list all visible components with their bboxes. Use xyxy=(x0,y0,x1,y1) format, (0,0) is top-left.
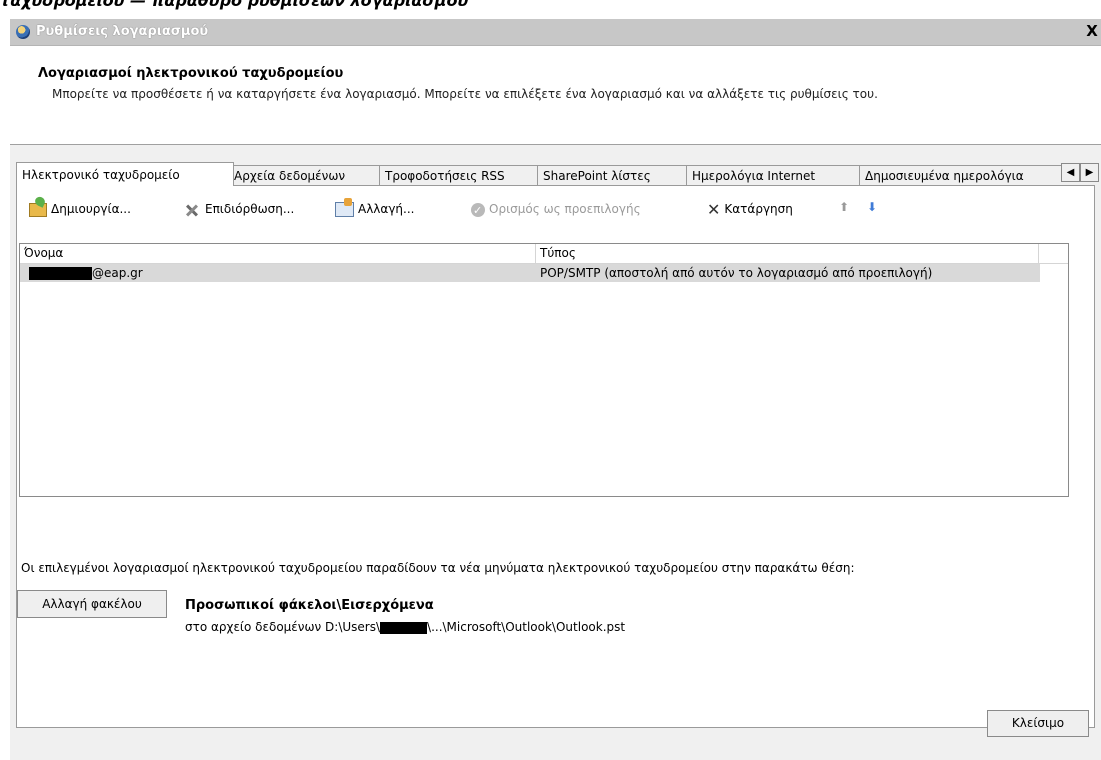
account-type-cell: POP/SMTP (αποστολή από αυτόν το λογαριασ… xyxy=(540,266,933,280)
close-button[interactable]: Κλείσιμο xyxy=(987,710,1089,737)
window-title: Ρυθμίσεις λογαριασμού xyxy=(36,24,209,39)
account-name-cell: @eap.gr xyxy=(29,264,143,282)
delivery-folder-name: Προσωπικοί φάκελοι\Εισερχόμενα xyxy=(185,598,434,613)
change-account-icon xyxy=(335,198,354,217)
remove-account-label: Κατάργηση xyxy=(724,202,793,216)
tab-data-files[interactable]: Αρχεία δεδομένων xyxy=(228,165,385,186)
tab-published-calendars[interactable]: Δημοσιευμένα ημερολόγια xyxy=(859,165,1079,186)
new-account-icon xyxy=(29,202,47,217)
new-account-button[interactable]: Δημιουργία... xyxy=(29,199,131,219)
change-account-label: Αλλαγή... xyxy=(358,202,415,216)
delivery-description: Οι επιλεγμένοι λογαριασμοί ηλεκτρονικού … xyxy=(21,561,855,575)
remove-x-icon: ✕ xyxy=(707,199,721,219)
list-header: Όνομα Τύπος xyxy=(20,244,1068,264)
header-description: Μπορείτε να προσθέσετε ή να καταργήσετε … xyxy=(52,87,878,101)
background-document-text: ταχυδρομείου — παράθυρο ρυθμίσεων λογαρι… xyxy=(0,0,469,10)
redacted-path-segment xyxy=(380,621,428,634)
path-suffix: \...\Microsoft\Outlook\Outlook.pst xyxy=(427,620,626,634)
account-row[interactable]: @eap.gr POP/SMTP (αποστολή από αυτόν το … xyxy=(20,264,1040,282)
change-account-button[interactable]: Αλλαγή... xyxy=(335,198,415,219)
background-document-strip: ταχυδρομείου — παράθυρο ρυθμίσεων λογαρι… xyxy=(0,0,1101,16)
column-header-name[interactable]: Όνομα xyxy=(20,244,536,263)
tab-rss-feeds[interactable]: Τροφοδοτήσεις RSS xyxy=(379,165,543,186)
delivery-file-path: στο αρχείο δεδομένων D:\Users\ \...\Micro… xyxy=(185,620,625,634)
new-account-label: Δημιουργία... xyxy=(51,202,131,216)
set-default-button[interactable]: Ορισμός ως προεπιλογής xyxy=(471,199,641,221)
email-tab-panel: Δημιουργία... Επιδιόρθωση... Αλλαγή... Ο… xyxy=(16,185,1095,728)
repair-account-label: Επιδιόρθωση... xyxy=(205,202,295,216)
dialog-header: Λογαριασμοί ηλεκτρονικού ταχυδρομείου Μπ… xyxy=(10,46,1101,145)
repair-tools-icon xyxy=(183,203,201,217)
repair-account-button[interactable]: Επιδιόρθωση... xyxy=(183,199,294,219)
change-folder-button[interactable]: Αλλαγή φακέλου xyxy=(17,590,167,618)
header-title: Λογαριασμοί ηλεκτρονικού ταχυδρομείου xyxy=(38,66,344,81)
accounts-list: Όνομα Τύπος @eap.gr POP/SMTP (αποστολή α… xyxy=(19,243,1069,497)
move-down-arrow-icon[interactable]: ⬇ xyxy=(867,200,877,214)
tab-sharepoint-lists[interactable]: SharePoint λίστες xyxy=(537,165,692,186)
set-default-label: Ορισμός ως προεπιλογής xyxy=(489,202,641,216)
tab-scroll-arrows: ◀ ▶ xyxy=(1061,163,1099,182)
remove-account-button[interactable]: ✕ Κατάργηση xyxy=(707,199,793,219)
close-window-button[interactable]: X xyxy=(1085,23,1099,39)
tab-internet-calendars[interactable]: Ημερολόγια Internet xyxy=(686,165,865,186)
tab-strip: Ηλεκτρονικό ταχυδρομείο Αρχεία δεδομένων… xyxy=(16,162,1079,186)
redacted-username xyxy=(29,267,92,280)
tab-scroll-left-icon[interactable]: ◀ xyxy=(1061,163,1080,182)
account-toolbar: Δημιουργία... Επιδιόρθωση... Αλλαγή... Ο… xyxy=(17,186,1094,226)
path-prefix: στο αρχείο δεδομένων D:\Users\ xyxy=(185,620,381,634)
tab-scroll-right-icon[interactable]: ▶ xyxy=(1080,163,1099,182)
move-up-arrow-icon[interactable]: ⬆ xyxy=(839,200,849,214)
account-email-domain: @eap.gr xyxy=(92,266,143,280)
checkmark-icon xyxy=(471,201,485,221)
column-header-type[interactable]: Τύπος xyxy=(536,244,1039,263)
dialog-body: Ηλεκτρονικό ταχυδρομείο Αρχεία δεδομένων… xyxy=(10,145,1101,760)
outlook-app-icon xyxy=(16,25,30,39)
tab-email[interactable]: Ηλεκτρονικό ταχυδρομείο xyxy=(16,162,234,186)
title-bar: Ρυθμίσεις λογαριασμού X xyxy=(10,19,1101,46)
